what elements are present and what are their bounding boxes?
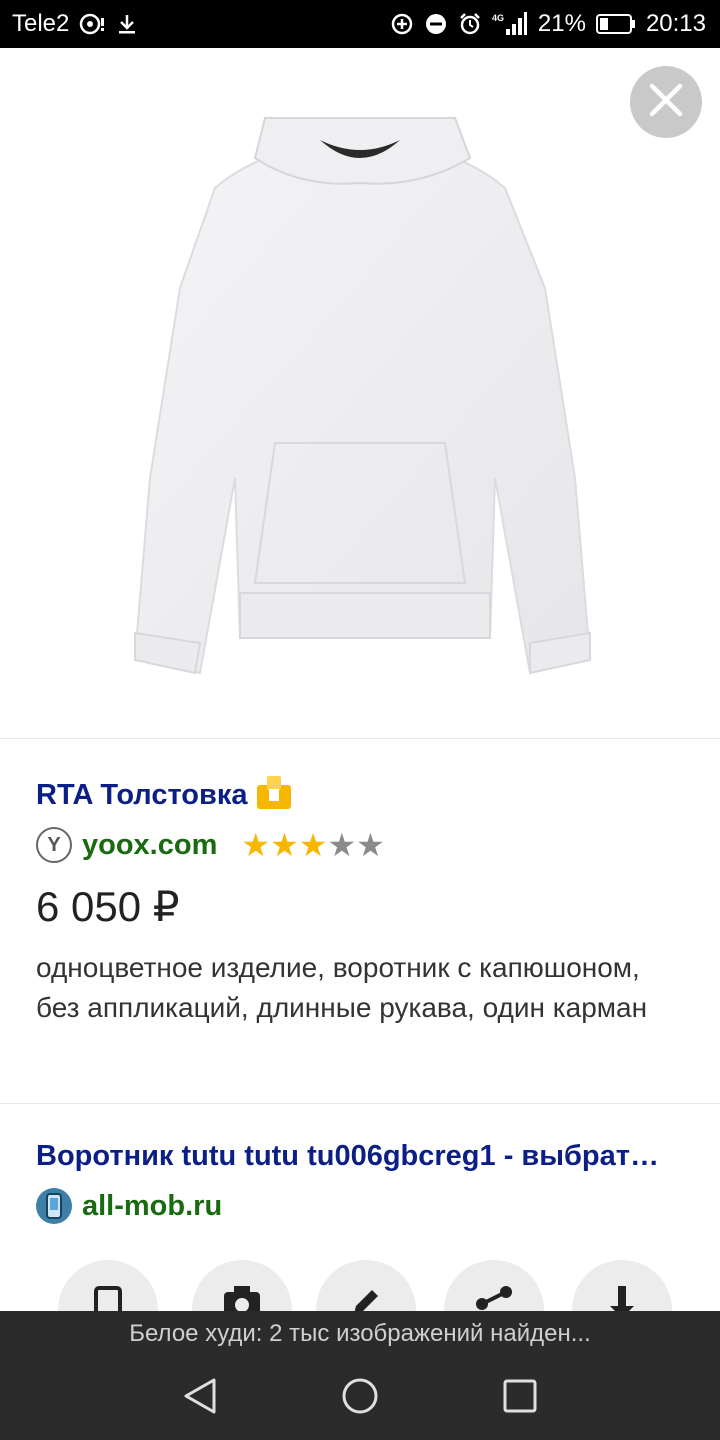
hotspot-icon xyxy=(79,12,105,36)
second-result-source-link[interactable]: all-mob.ru xyxy=(82,1190,222,1223)
results-caption: Белое худи: 2 тыс изображений найден... xyxy=(129,1320,591,1347)
recents-icon xyxy=(502,1378,538,1419)
hoodie-image xyxy=(133,117,592,675)
navigation-bar xyxy=(0,1357,720,1440)
download-button[interactable] xyxy=(572,1260,672,1312)
second-result-title[interactable]: Воротник tutu tutu tu006gbcreg1 - выбрат… xyxy=(36,1140,686,1173)
alarm-icon xyxy=(458,12,482,36)
image-viewer[interactable] xyxy=(0,48,720,738)
camera-button[interactable] xyxy=(192,1260,292,1312)
yoox-favicon-icon: Y xyxy=(36,827,72,863)
download-icon xyxy=(115,12,139,36)
divider xyxy=(0,738,720,739)
battery-percent: 21% xyxy=(537,10,586,37)
star-filled-icon: ★ xyxy=(241,827,271,863)
results-caption-bar[interactable]: Белое худи: 2 тыс изображений найден... xyxy=(0,1311,720,1357)
result-source-row[interactable]: Y yoox.com ★ ★ ★ ★ ★ xyxy=(36,827,385,863)
price: 6 050 ₽ xyxy=(36,883,180,930)
home-button[interactable] xyxy=(330,1369,390,1429)
share-icon xyxy=(474,1284,514,1312)
result-title[interactable]: RTA Толстовка xyxy=(36,779,247,812)
network-type: 4G xyxy=(492,13,504,23)
crop-icon xyxy=(90,1284,126,1312)
close-icon xyxy=(649,83,683,122)
result-title-row[interactable]: RTA Толстовка xyxy=(36,775,293,816)
camera-icon xyxy=(221,1284,263,1312)
carrier-name: Tele2 xyxy=(12,10,70,37)
recents-button[interactable] xyxy=(490,1369,550,1429)
status-bar: Tele2 4G 21% 20:13 xyxy=(0,0,720,48)
divider xyxy=(0,1103,720,1104)
signal-icon: 4G xyxy=(492,11,528,37)
product-description: одноцветное изделие, воротник с капюшоно… xyxy=(36,952,648,1023)
star-empty-icon: ★ xyxy=(327,827,357,863)
download-icon xyxy=(607,1284,637,1312)
star-filled-icon: ★ xyxy=(270,827,299,863)
rating-stars: ★ ★ ★ ★ ★ xyxy=(241,829,384,861)
battery-icon xyxy=(595,13,636,35)
do-not-disturb-icon xyxy=(424,12,448,36)
back-icon xyxy=(182,1376,218,1421)
shopping-bag-icon xyxy=(255,775,293,816)
all-mob-favicon-icon xyxy=(36,1188,72,1224)
close-button[interactable] xyxy=(630,66,702,138)
edit-button[interactable] xyxy=(316,1260,416,1312)
star-filled-icon: ★ xyxy=(298,827,328,863)
crop-button[interactable] xyxy=(58,1260,158,1312)
home-icon xyxy=(340,1376,380,1421)
second-result-source-row[interactable]: all-mob.ru xyxy=(36,1188,222,1224)
back-button[interactable] xyxy=(170,1369,230,1429)
result-source-link[interactable]: yoox.com xyxy=(82,829,217,862)
edit-icon xyxy=(348,1284,384,1312)
data-saver-icon xyxy=(390,12,414,36)
share-button[interactable] xyxy=(444,1260,544,1312)
clock: 20:13 xyxy=(645,10,706,37)
image-actions xyxy=(0,1260,720,1312)
star-empty-icon: ★ xyxy=(356,827,385,863)
